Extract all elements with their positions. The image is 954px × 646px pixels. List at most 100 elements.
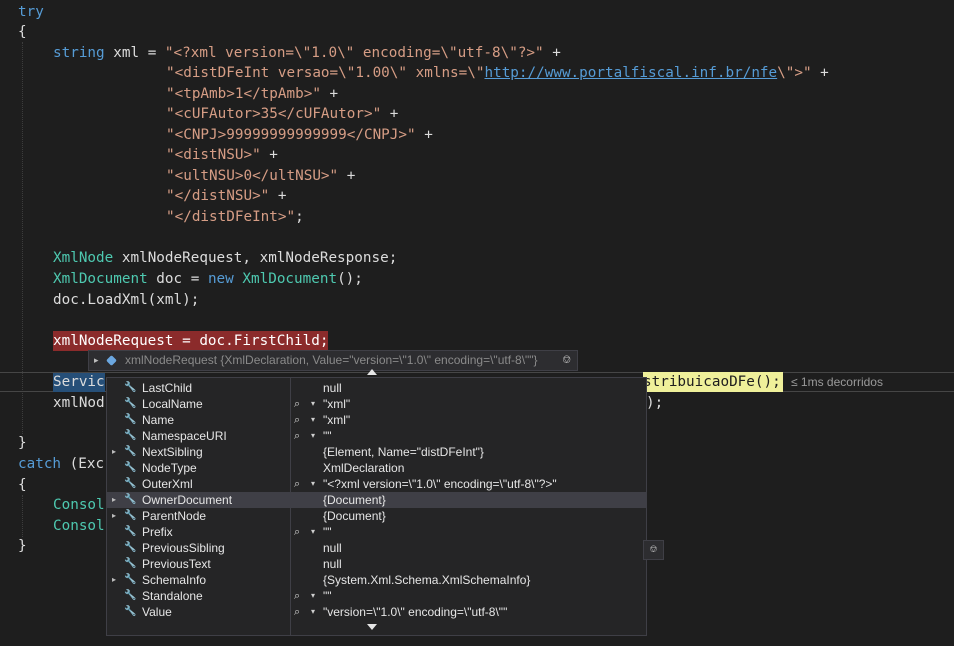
- indent-guide: [22, 495, 23, 537]
- property-value[interactable]: "": [323, 428, 332, 444]
- property-value[interactable]: "version=\"1.0\" encoding=\"utf-8\"": [323, 604, 507, 620]
- property-value[interactable]: {Element, Name="distDFeInt"}: [323, 444, 484, 460]
- code-line-try: try: [18, 4, 44, 20]
- triangle-right-icon[interactable]: ▸: [94, 351, 99, 370]
- property-name: SchemaInfo: [142, 573, 207, 587]
- property-value[interactable]: {System.Xml.Schema.XmlSchemaInfo}: [323, 572, 530, 588]
- property-name: Standalone: [142, 589, 203, 603]
- current-statement-highlight: stribuicaoDFe();: [643, 372, 783, 392]
- wrench-icon: 🔧: [124, 398, 137, 409]
- datatip-row[interactable]: 🔧 Value ⌕ ▾ "version=\"1.0\" encoding=\"utf-…: [107, 604, 646, 620]
- triangle-right-icon[interactable]: ▸: [112, 572, 116, 588]
- property-value[interactable]: null: [323, 540, 342, 556]
- chevron-down-icon[interactable]: ▾: [311, 428, 315, 444]
- scroll-down-arrow-icon[interactable]: [367, 624, 377, 630]
- code-line-service-start: Servic: [53, 374, 105, 390]
- chevron-down-icon[interactable]: ▾: [311, 396, 315, 412]
- datatip-row[interactable]: 🔧 OuterXml ⌕ ▾ "<?xml version=\"1.0\" encodi…: [107, 476, 646, 492]
- datatip-header-text: xmlNodeRequest {XmlDeclaration, Value="v…: [125, 353, 538, 367]
- magnifier-icon[interactable]: ⌕: [294, 604, 300, 620]
- wrench-icon: 🔧: [124, 430, 137, 441]
- datatip-row[interactable]: 🔧 NodeType XmlDeclaration: [107, 460, 646, 476]
- property-name: Name: [142, 413, 175, 427]
- property-value[interactable]: {Document}: [323, 508, 386, 524]
- property-name: ParentNode: [142, 509, 207, 523]
- chevron-down-icon[interactable]: ▾: [311, 476, 315, 492]
- chevron-down-icon[interactable]: ▾: [311, 412, 315, 428]
- magnifier-icon[interactable]: ⌕: [294, 588, 300, 604]
- chevron-down-icon[interactable]: ▾: [311, 524, 315, 540]
- property-name: PreviousText: [142, 557, 211, 571]
- wrench-icon: 🔧: [124, 510, 137, 521]
- namespace-link[interactable]: http://www.portalfiscal.inf.br/nfe: [484, 65, 777, 81]
- property-value[interactable]: "": [323, 588, 332, 604]
- magnifier-icon[interactable]: ⌕: [294, 428, 300, 444]
- datatip-row[interactable]: 🔧 LocalName ⌕ ▾ "xml": [107, 396, 646, 412]
- property-name: OuterXml: [142, 477, 193, 491]
- datatip-panel[interactable]: 🔧 LastChild null 🔧 LocalName ⌕ ▾ "xml" 🔧 Name ⌕ ▾ "x…: [106, 377, 647, 636]
- datatip-row[interactable]: 🔧 Standalone ⌕ ▾ "": [107, 588, 646, 604]
- wrench-icon: 🔧: [124, 446, 137, 457]
- property-name: NamespaceURI: [142, 429, 227, 443]
- property-value[interactable]: {Document}: [323, 492, 386, 508]
- property-value[interactable]: XmlDeclaration: [323, 460, 404, 476]
- wrench-icon: 🔧: [124, 478, 137, 489]
- datatip-row[interactable]: ▸ 🔧 SchemaInfo {System.Xml.Schema.XmlSchema…: [107, 572, 646, 588]
- datatip-row[interactable]: 🔧 PreviousText null: [107, 556, 646, 572]
- property-value[interactable]: "<?xml version=\"1.0\" encoding=\"utf-8\…: [323, 476, 557, 492]
- wrench-icon: 🔧: [124, 606, 137, 617]
- datatip-row[interactable]: 🔧 Prefix ⌕ ▾ "": [107, 524, 646, 540]
- magnifier-icon[interactable]: ⌕: [294, 396, 300, 412]
- wrench-icon: 🔧: [124, 558, 137, 569]
- magnifier-icon[interactable]: ⌕: [294, 412, 300, 428]
- code-line-xmlnode-response-start: xmlNod: [53, 395, 105, 411]
- magnifier-icon[interactable]: ⌕: [294, 524, 300, 540]
- code-line-s8: "</distNSU>" +: [166, 188, 287, 204]
- code-line-string-xml: string xml = "<?xml version=\"1.0\" enco…: [53, 45, 561, 61]
- wrench-icon: 🔧: [124, 462, 137, 473]
- pin-icon[interactable]: ⎊: [562, 351, 571, 370]
- code-line-s4: "<cUFAutor>35</cUFAutor>" +: [166, 106, 399, 122]
- datatip-row[interactable]: 🔧 Name ⌕ ▾ "xml": [107, 412, 646, 428]
- property-value[interactable]: null: [323, 380, 342, 396]
- triangle-right-icon[interactable]: ▸: [112, 444, 116, 460]
- code-line-catch: catch (Exc: [18, 456, 105, 472]
- chevron-down-icon[interactable]: ▾: [311, 588, 315, 604]
- property-name: Prefix: [142, 525, 173, 539]
- datatip-row[interactable]: 🔧 NamespaceURI ⌕ ▾ "": [107, 428, 646, 444]
- code-line-xmldocument: XmlDocument doc = new XmlDocument();: [53, 271, 363, 287]
- code-line-brace: {: [18, 24, 27, 40]
- code-line-s7: "<ultNSU>0</ultNSU>" +: [166, 168, 356, 184]
- property-value[interactable]: null: [323, 556, 342, 572]
- property-name: OwnerDocument: [142, 493, 233, 507]
- breakpoint-line[interactable]: xmlNodeRequest = doc.FirstChild;: [53, 331, 329, 351]
- code-line-s2: "<distDFeInt versao=\"1.00\" xmlns=\"htt…: [166, 65, 829, 81]
- property-name: PreviousSibling: [142, 541, 225, 555]
- wrench-icon: 🔧: [124, 494, 137, 505]
- triangle-right-icon[interactable]: ▸: [112, 492, 116, 508]
- code-line-s9: "</distDFeInt>";: [166, 209, 304, 225]
- property-value[interactable]: "": [323, 524, 332, 540]
- code-line-brace-close: }: [18, 435, 27, 451]
- datatip-row[interactable]: ▸ 🔧 NextSibling {Element, Name="distDFeInt"…: [107, 444, 646, 460]
- property-name: LocalName: [142, 397, 203, 411]
- code-line-xmlnode-response-end: );: [646, 395, 664, 411]
- scroll-up-arrow-icon[interactable]: [367, 369, 377, 375]
- property-name: Value: [142, 605, 172, 619]
- code-line-catch-brace: {: [18, 477, 27, 493]
- wrench-icon: 🔧: [124, 542, 137, 553]
- code-line-s5: "<CNPJ>99999999999999</CNPJ>" +: [166, 127, 433, 143]
- datatip-header[interactable]: ▸ xmlNodeRequest {XmlDeclaration, Value=…: [88, 350, 578, 371]
- property-value[interactable]: "xml": [323, 412, 350, 428]
- code-line-s6: "<distNSU>" +: [166, 147, 278, 163]
- datatip-row[interactable]: 🔧 PreviousSibling null: [107, 540, 646, 556]
- datatip-row[interactable]: ▸ 🔧 OwnerDocument {Document}: [107, 492, 646, 508]
- datatip-row[interactable]: ▸ 🔧 ParentNode {Document}: [107, 508, 646, 524]
- datatip-row[interactable]: 🔧 LastChild null: [107, 380, 646, 396]
- code-line-console2: Consol: [53, 518, 105, 534]
- pin-icon[interactable]: ⎊: [643, 540, 664, 560]
- magnifier-icon[interactable]: ⌕: [294, 476, 300, 492]
- triangle-right-icon[interactable]: ▸: [112, 508, 116, 524]
- chevron-down-icon[interactable]: ▾: [311, 604, 315, 620]
- property-value[interactable]: "xml": [323, 396, 350, 412]
